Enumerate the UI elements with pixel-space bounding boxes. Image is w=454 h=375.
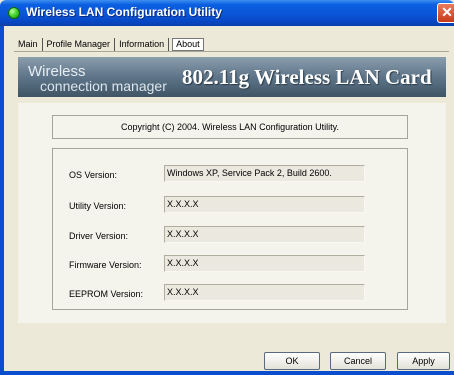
os-version-label: OS Version:: [69, 170, 118, 180]
copyright-box: Copyright (C) 2004. Wireless LAN Configu…: [52, 115, 408, 139]
window-frame-bottom: [0, 371, 454, 375]
eeprom-version-field: X.X.X.X: [164, 284, 365, 301]
utility-version-label: Utility Version:: [69, 201, 127, 211]
close-icon: ✕: [441, 4, 453, 20]
utility-window: Wireless LAN Configuration Utility ✕ Mai…: [0, 0, 454, 375]
driver-version-label: Driver Version:: [69, 231, 129, 241]
app-icon: [8, 7, 20, 19]
driver-version-field: X.X.X.X: [164, 226, 365, 243]
copyright-text: Copyright (C) 2004. Wireless LAN Configu…: [121, 122, 339, 132]
banner-product-name: 802.11g Wireless LAN Card: [182, 65, 432, 89]
utility-version-field: X.X.X.X: [164, 196, 365, 213]
banner-logo-line2: connection manager: [40, 78, 167, 94]
tab-main[interactable]: Main: [14, 37, 43, 51]
banner-logo: Wireless connection manager: [28, 64, 167, 94]
firmware-version-field: X.X.X.X: [164, 255, 365, 272]
apply-button[interactable]: Apply: [397, 352, 450, 370]
tab-strip: Main Profile Manager Information About: [14, 37, 204, 51]
window-frame-left: [0, 26, 4, 375]
tab-information[interactable]: Information: [115, 37, 170, 51]
eeprom-version-label: EEPROM Version:: [69, 289, 144, 299]
cancel-button[interactable]: Cancel: [330, 352, 386, 370]
window-title: Wireless LAN Configuration Utility: [26, 5, 222, 19]
tab-divider: [14, 51, 449, 52]
os-version-field: Windows XP, Service Pack 2, Build 2600.: [164, 165, 365, 182]
close-button[interactable]: ✕: [437, 3, 454, 23]
tab-about[interactable]: About: [172, 37, 204, 51]
ok-button[interactable]: OK: [264, 352, 320, 370]
firmware-version-label: Firmware Version:: [69, 260, 142, 270]
title-bar[interactable]: Wireless LAN Configuration Utility ✕: [0, 0, 454, 26]
tab-profile-manager[interactable]: Profile Manager: [43, 37, 116, 51]
product-banner: Wireless connection manager 802.11g Wire…: [18, 57, 446, 97]
